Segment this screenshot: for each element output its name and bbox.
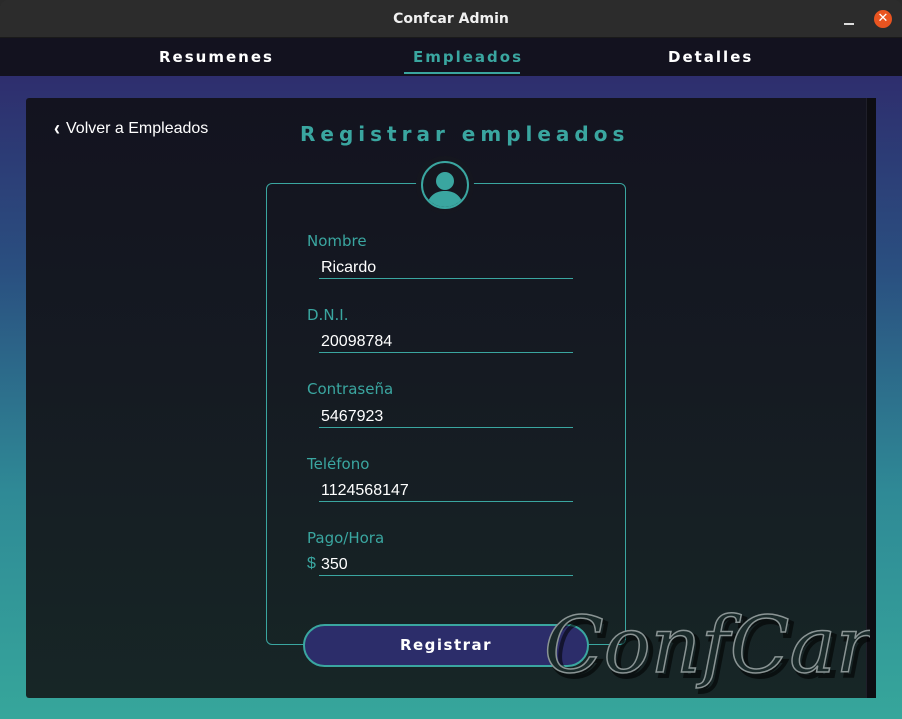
dni-label: D.N.I.	[307, 306, 349, 324]
telefono-field[interactable]	[319, 480, 573, 502]
currency-symbol: $	[307, 555, 316, 572]
nombre-label: Nombre	[307, 232, 367, 250]
page-title: Registrar empleados	[300, 122, 630, 146]
chevron-left-icon: ‹	[54, 115, 60, 140]
nombre-field[interactable]	[319, 257, 573, 279]
svg-text:ConfCar: ConfCar	[544, 601, 870, 691]
back-link-label: Volver a Empleados	[66, 119, 209, 137]
dni-field[interactable]	[319, 331, 573, 353]
nav-bar: Resumenes Empleados Detalles	[0, 38, 902, 76]
pago-hora-field[interactable]	[319, 554, 573, 576]
contrasena-label: Contraseña	[307, 380, 394, 398]
minimize-icon[interactable]	[844, 13, 854, 25]
window-title: Confcar Admin	[393, 11, 509, 27]
active-tab-indicator	[404, 72, 520, 74]
confcar-logo: ConfCar ConfCar	[543, 600, 870, 697]
tab-resumenes[interactable]: Resumenes	[159, 48, 274, 66]
telefono-label: Teléfono	[307, 455, 370, 473]
tab-empleados[interactable]: Empleados	[413, 48, 523, 66]
window-titlebar: Confcar Admin ✕	[0, 0, 902, 38]
contrasena-field[interactable]	[319, 406, 573, 428]
pago-hora-label: Pago/Hora	[307, 529, 385, 547]
tab-detalles[interactable]: Detalles	[668, 48, 753, 66]
close-icon[interactable]: ✕	[874, 10, 892, 28]
user-avatar-icon	[416, 156, 474, 214]
back-to-empleados-link[interactable]: ‹ Volver a Empleados	[54, 115, 209, 140]
